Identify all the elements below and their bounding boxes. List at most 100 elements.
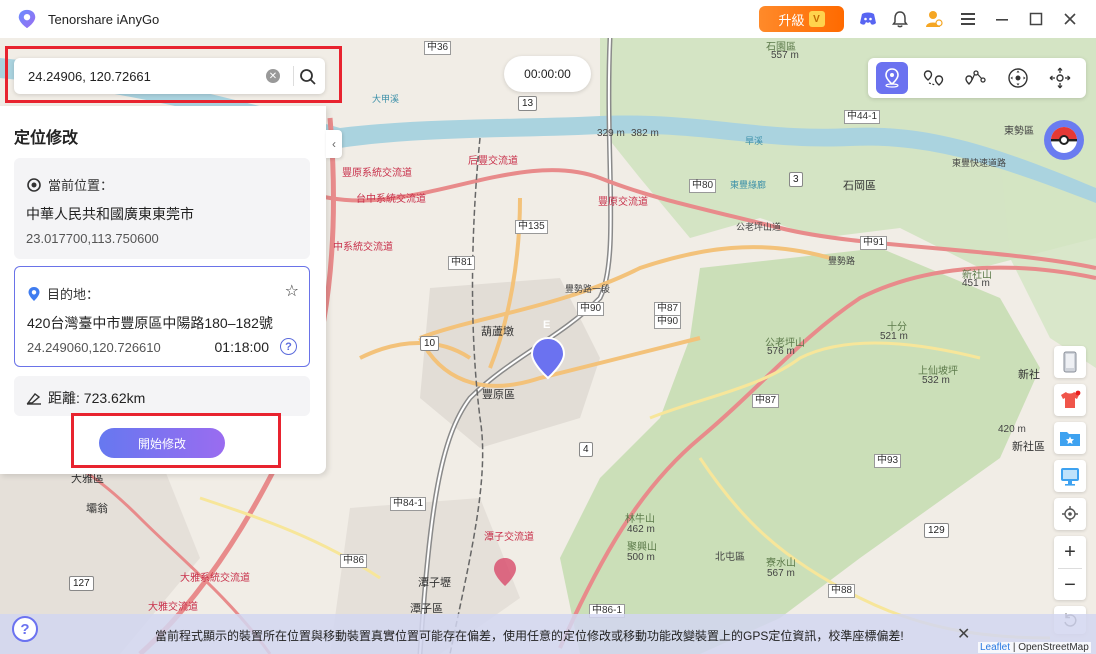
road-shield: 中90: [577, 302, 605, 316]
notice-bar: 當前程式顯示的裝置所在位置與移動裝置真實位置可能存在偏差，使用任意的定位修改或移…: [0, 614, 1096, 654]
map-label-xinshe-district: 新社區: [1012, 441, 1045, 453]
map-label-bawong: 壩翁: [86, 503, 108, 515]
destination-address: 420台灣臺中市豐原區中陽路180–182號: [27, 315, 273, 331]
road-shield: 127: [69, 576, 94, 591]
location-pin-icon: [28, 286, 40, 301]
map-label-hulutun: 葫蘆墩: [481, 326, 514, 338]
map-label-road: 豐勢路: [828, 256, 856, 266]
tshirt-icon[interactable]: [1054, 384, 1086, 416]
elevation-label: 521 m: [880, 331, 908, 342]
favorites-star-folder-icon[interactable]: [1054, 422, 1086, 454]
map-label-river: 大甲溪: [372, 94, 400, 104]
map-label-linniushan: 林牛山: [625, 514, 655, 525]
elevation-label: 576 m: [767, 346, 795, 357]
notice-text: 當前程式顯示的裝置所在位置與移動裝置真實位置可能存在偏差，使用任意的定位修改或移…: [155, 629, 904, 643]
map-label-tanzi-li: 潭子壢: [418, 577, 451, 589]
map-attribution: Leaflet | OpenStreetMap: [978, 642, 1091, 653]
map-label-liaoshuishan: 寮水山: [766, 558, 796, 569]
distance-value: 距離: 723.62km: [48, 390, 146, 406]
interchange-label: 后豐交流道: [468, 156, 518, 167]
road-shield: 13: [518, 96, 538, 111]
road-shield: 中135: [515, 220, 548, 234]
elevation-label: 557 m: [771, 50, 799, 61]
map-label-dongshi: 東勢區: [1004, 126, 1034, 137]
zoom-out-button[interactable]: −: [1054, 569, 1086, 601]
favorite-star-icon[interactable]: ☆: [285, 281, 299, 301]
road-shield: 中87: [752, 394, 780, 408]
help-icon[interactable]: ?: [12, 616, 38, 642]
menu-icon[interactable]: [958, 9, 978, 29]
screen-monitor-icon[interactable]: [1054, 460, 1086, 492]
elevation-label: 462 m: [627, 524, 655, 535]
map-label-road: 豐勢路一段: [565, 284, 611, 294]
locate-me-icon[interactable]: [1054, 498, 1086, 530]
panel-title: 定位修改: [14, 130, 79, 147]
ruler-icon: [26, 393, 41, 405]
road-shield: 129: [924, 523, 949, 538]
close-icon[interactable]: [1060, 9, 1080, 29]
road-shield: 中80: [689, 179, 717, 193]
road-shield: 10: [420, 336, 440, 351]
search-input[interactable]: [28, 68, 258, 84]
elevation-label: 500 m: [627, 552, 655, 563]
current-location-header: 當前位置：: [26, 175, 113, 194]
road-shield: 中90: [654, 315, 682, 329]
search-icon[interactable]: [298, 67, 318, 87]
minimize-icon[interactable]: [992, 9, 1012, 29]
map-label-xinshe: 新社: [1018, 369, 1040, 381]
pokeball-icon[interactable]: [1044, 120, 1084, 160]
title-bar: Tenorshare iAnyGo 升級 V: [0, 0, 1096, 38]
elevation-label: 532 m: [922, 375, 950, 386]
destination-label: 目的地：: [47, 287, 100, 302]
distance-row: 距離: 723.62km: [26, 388, 145, 408]
jump-teleport-mode-icon[interactable]: [1044, 62, 1076, 94]
road-shield: 中87: [654, 302, 682, 316]
distance-card: 距離: 723.62km: [14, 376, 310, 416]
two-spot-mode-icon[interactable]: [918, 62, 950, 94]
multi-spot-mode-icon[interactable]: [960, 62, 992, 94]
elevation-label: 567 m: [767, 568, 795, 579]
destination-card: 目的地： ☆ 420台灣臺中市豐原區中陽路180–182號 24.249060,…: [14, 266, 310, 367]
device-phone-icon[interactable]: [1054, 346, 1086, 378]
upgrade-button[interactable]: 升級 V: [759, 6, 844, 32]
interchange-label: 中系統交流道: [333, 242, 393, 253]
zoom-control: + −: [1054, 536, 1086, 600]
destination-marker[interactable]: E: [543, 319, 550, 331]
map-label-greenway: 東豐綠廊: [730, 180, 767, 190]
clear-icon[interactable]: ✕: [266, 69, 280, 83]
map-label-juxingshan: 聚興山: [627, 542, 657, 553]
road-shield: 中93: [874, 454, 902, 468]
road-shield: 中88: [828, 584, 856, 598]
collapse-panel-button[interactable]: ‹: [326, 130, 342, 158]
zoom-in-button[interactable]: +: [1054, 536, 1086, 568]
bell-icon[interactable]: [890, 9, 910, 29]
interchange-label: 台中系統交流道: [356, 194, 426, 205]
map-label-shigang: 石岡區: [843, 180, 876, 192]
elevation-label: 451 m: [962, 278, 990, 289]
road-shield: 中44-1: [844, 110, 881, 124]
elevation-label: 382 m: [631, 128, 659, 139]
interchange-label: 潭子交流道: [484, 532, 534, 543]
road-shield: 中86: [340, 554, 368, 568]
start-modify-button[interactable]: 開始修改: [99, 428, 225, 458]
road-shield: 4: [579, 442, 593, 457]
leaflet-link[interactable]: Leaflet: [980, 642, 1010, 653]
teleport-mode-icon[interactable]: [876, 62, 908, 94]
osm-attribution[interactable]: | OpenStreetMap: [1013, 642, 1089, 653]
notice-close-icon[interactable]: ✕: [957, 624, 970, 644]
estimated-time: 01:18:00: [214, 339, 270, 355]
help-question-icon[interactable]: ?: [280, 338, 297, 355]
upgrade-label: 升級: [778, 12, 805, 28]
road-shield: 中36: [424, 41, 452, 55]
interchange-label: 大雅交流道: [148, 602, 198, 613]
map-label-river: 旱溪: [745, 136, 764, 146]
maximize-icon[interactable]: [1026, 9, 1046, 29]
user-icon[interactable]: [924, 9, 944, 29]
destination-header: 目的地：: [27, 284, 99, 303]
map-label-fengyuan: 豐原區: [482, 389, 515, 401]
joystick-mode-icon[interactable]: [1002, 62, 1034, 94]
discord-icon[interactable]: [858, 9, 878, 29]
vip-badge: V: [808, 11, 825, 27]
current-location-label: 當前位置：: [48, 178, 114, 193]
app-logo-icon: [18, 9, 36, 29]
